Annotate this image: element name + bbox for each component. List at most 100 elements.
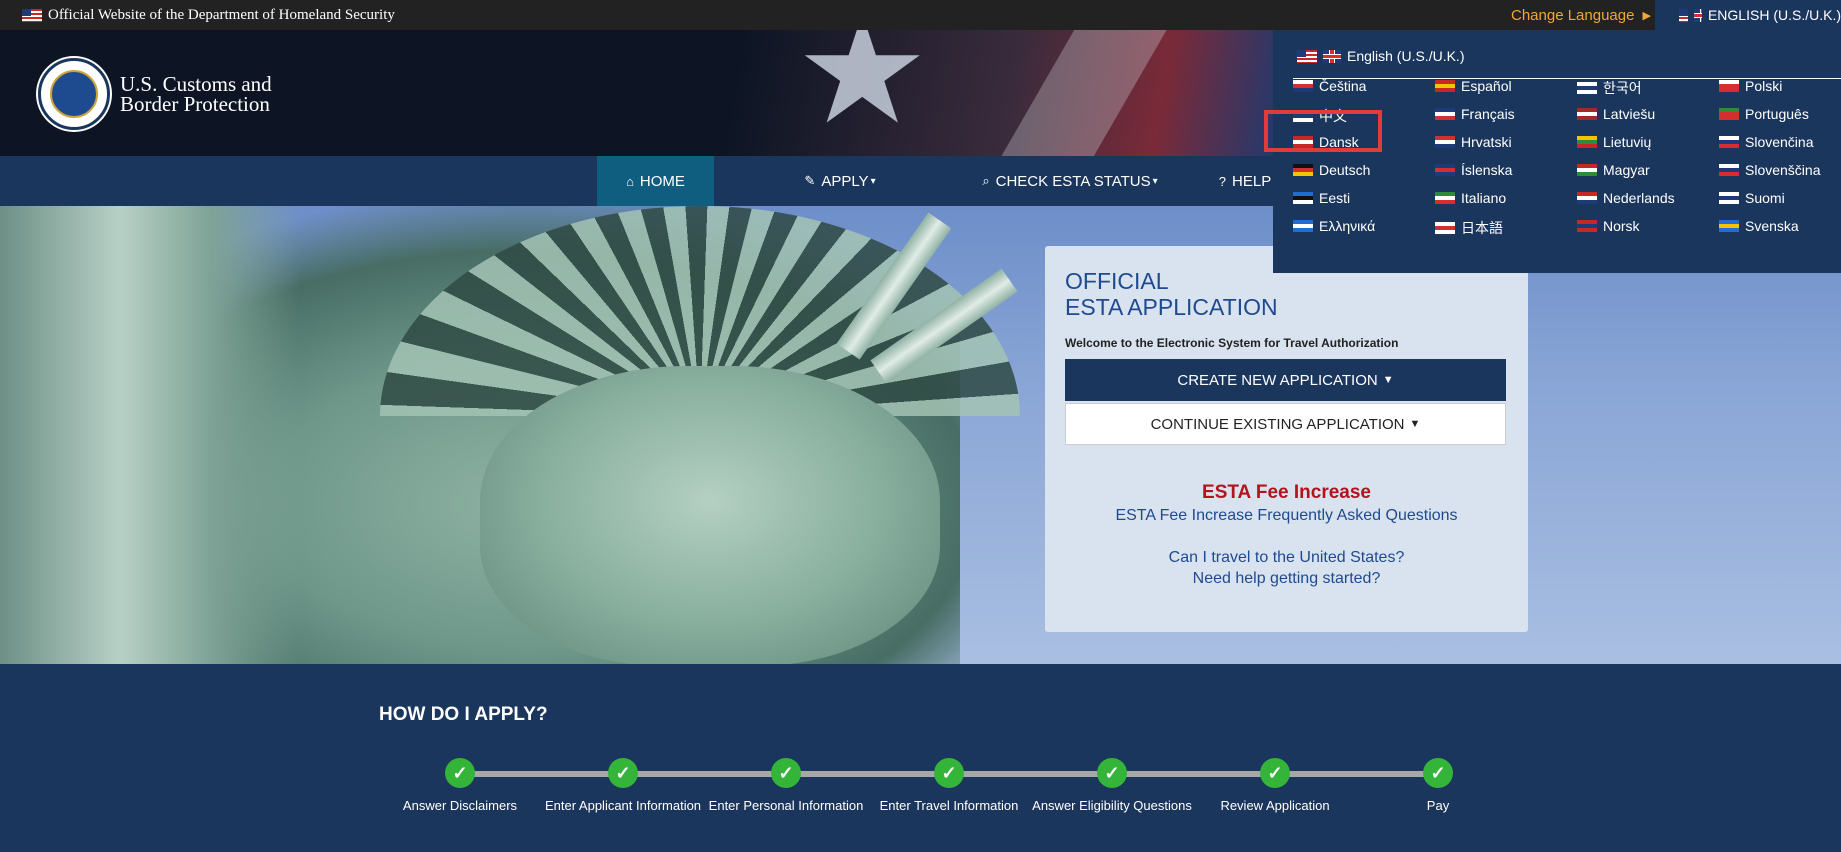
- flag-icon: [1577, 164, 1597, 176]
- language-option-current[interactable]: English (U.S./U.K.): [1297, 48, 1464, 64]
- language-option[interactable]: Español: [1435, 78, 1512, 94]
- language-option[interactable]: Português: [1719, 106, 1809, 122]
- current-language-button[interactable]: ENGLISH (U.S./U.K.): [1655, 0, 1841, 30]
- language-option[interactable]: Nederlands: [1577, 190, 1675, 206]
- statue-face-graphic: [480, 366, 940, 664]
- how-to-apply-section: HOW DO I APPLY? ✓ Answer Disclaimers ✓ Ente…: [0, 664, 1841, 852]
- apply-step-label: Answer Eligibility Questions: [1032, 798, 1192, 813]
- us-flag-icon: [1297, 49, 1317, 63]
- continue-existing-application-button[interactable]: CONTINUE EXISTING APPLICATION ▼: [1065, 403, 1506, 445]
- language-option[interactable]: Suomi: [1719, 190, 1785, 206]
- card-title-line2: ESTA APPLICATION: [1065, 294, 1278, 320]
- language-option[interactable]: 日本語: [1435, 218, 1503, 238]
- language-option[interactable]: Íslenska: [1435, 162, 1512, 178]
- language-option-label: Lietuvių: [1603, 134, 1652, 150]
- flag-icon: [1719, 80, 1739, 92]
- apply-step-label: Review Application: [1220, 798, 1330, 813]
- official-website-banner: Official Website of the Department of Ho…: [0, 7, 395, 24]
- us-flag-icon: [22, 8, 42, 22]
- nav-apply[interactable]: ✎ APPLY ▾: [780, 156, 900, 206]
- top-bar: Official Website of the Department of Ho…: [0, 0, 1841, 30]
- language-option[interactable]: Slovenščina: [1719, 162, 1821, 178]
- create-new-application-label: CREATE NEW APPLICATION: [1177, 371, 1378, 389]
- uk-flag-icon: [1323, 49, 1341, 63]
- language-option[interactable]: Svenska: [1719, 218, 1799, 234]
- language-option[interactable]: Latviešu: [1577, 106, 1655, 122]
- language-option-label: Português: [1745, 106, 1809, 122]
- welcome-text: Welcome to the Electronic System for Tra…: [1065, 336, 1399, 350]
- nav-check-status[interactable]: ⌕ CHECK ESTA STATUS ▾: [970, 156, 1170, 206]
- card-title: OFFICIAL ESTA APPLICATION: [1065, 268, 1508, 320]
- nav-apply-label: APPLY: [821, 172, 869, 190]
- language-option[interactable]: Ελληνικά: [1293, 218, 1375, 234]
- language-option-label: Latviešu: [1603, 106, 1656, 122]
- check-icon: ✓: [1260, 758, 1290, 788]
- fee-faq-link[interactable]: ESTA Fee Increase Frequently Asked Quest…: [1065, 507, 1508, 525]
- flag-icon: [1577, 220, 1597, 232]
- nav-help-label: HELP: [1232, 172, 1272, 190]
- nav-home[interactable]: ⌂ HOME: [597, 156, 714, 206]
- language-option[interactable]: Lietuvių: [1577, 134, 1651, 150]
- language-option-label: Nederlands: [1603, 190, 1675, 206]
- language-option[interactable]: Polski: [1719, 78, 1782, 94]
- apply-step-label: Enter Travel Information: [879, 798, 1019, 813]
- caret-down-icon: ▼: [1409, 418, 1421, 430]
- question-icon: ?: [1218, 173, 1227, 189]
- language-option-label: Suomi: [1745, 190, 1785, 206]
- flag-icon: [1293, 164, 1313, 176]
- language-option[interactable]: 한국어: [1577, 78, 1642, 98]
- caret-down-icon: ▼: [1382, 374, 1394, 386]
- change-language-link[interactable]: Change Language ▶: [1511, 0, 1651, 30]
- language-option[interactable]: Italiano: [1435, 190, 1506, 206]
- flag-icon: [1719, 220, 1739, 232]
- agency-name: U.S. Customs and Border Protection: [120, 74, 272, 115]
- flag-icon: [1435, 164, 1455, 176]
- check-icon: ✓: [445, 758, 475, 788]
- language-option-label: Norsk: [1603, 218, 1640, 234]
- flag-icon: [1435, 136, 1455, 148]
- current-language-label: ENGLISH (U.S./U.K.): [1707, 7, 1841, 23]
- language-option[interactable]: Hrvatski: [1435, 134, 1512, 150]
- can-i-travel-link[interactable]: Can I travel to the United States?: [1065, 549, 1508, 567]
- language-option[interactable]: Norsk: [1577, 218, 1640, 234]
- official-website-text: Official Website of the Department of Ho…: [48, 6, 395, 23]
- language-option[interactable]: Magyar: [1577, 162, 1650, 178]
- create-new-application-button[interactable]: CREATE NEW APPLICATION ▼: [1065, 359, 1506, 401]
- check-icon: ✓: [1423, 758, 1453, 788]
- flag-icon: [1577, 108, 1597, 120]
- how-to-apply-title: HOW DO I APPLY?: [379, 704, 548, 725]
- apply-step: ✓ Answer Eligibility Questions: [1032, 758, 1192, 815]
- language-option-label: Español: [1461, 78, 1512, 94]
- language-option[interactable]: Čeština: [1293, 78, 1366, 94]
- nav-check-status-label: CHECK ESTA STATUS: [995, 172, 1151, 190]
- need-help-link[interactable]: Need help getting started?: [1065, 570, 1508, 588]
- apply-step-label: Enter Applicant Information: [544, 798, 702, 813]
- language-option-label: Hrvatski: [1461, 134, 1512, 150]
- nav-help[interactable]: ? HELP: [1210, 156, 1280, 206]
- change-language-label: Change Language: [1511, 6, 1635, 24]
- language-option[interactable]: Eesti: [1293, 190, 1350, 206]
- apply-step: ✓ Answer Disclaimers: [380, 758, 540, 815]
- language-option-label: Eesti: [1319, 190, 1351, 206]
- language-option-label: Magyar: [1603, 162, 1650, 178]
- uk-flag-icon: [1693, 8, 1702, 22]
- check-icon: ✓: [1097, 758, 1127, 788]
- apply-step-label: Pay: [1426, 798, 1450, 813]
- flag-icon: [1435, 192, 1455, 204]
- language-option[interactable]: Français: [1435, 106, 1515, 122]
- cbp-logo[interactable]: U.S. Customs and Border Protection: [38, 58, 272, 130]
- apply-step: ✓ Enter Personal Information: [706, 758, 866, 815]
- language-option-label: Deutsch: [1319, 162, 1371, 178]
- flag-icon: [1719, 164, 1739, 176]
- language-option[interactable]: Slovenčina: [1719, 134, 1814, 150]
- nav-home-label: HOME: [639, 172, 685, 190]
- header-flag-stripe: [990, 30, 1170, 156]
- language-option-label: Svenska: [1745, 218, 1799, 234]
- language-option-label: Čeština: [1319, 78, 1367, 94]
- language-option[interactable]: Deutsch: [1293, 162, 1370, 178]
- language-option-label: Français: [1461, 106, 1515, 122]
- flag-icon: [1719, 136, 1739, 148]
- language-option-label: Íslenska: [1461, 162, 1513, 178]
- flag-icon: [1435, 222, 1455, 234]
- flag-icon: [1293, 80, 1313, 92]
